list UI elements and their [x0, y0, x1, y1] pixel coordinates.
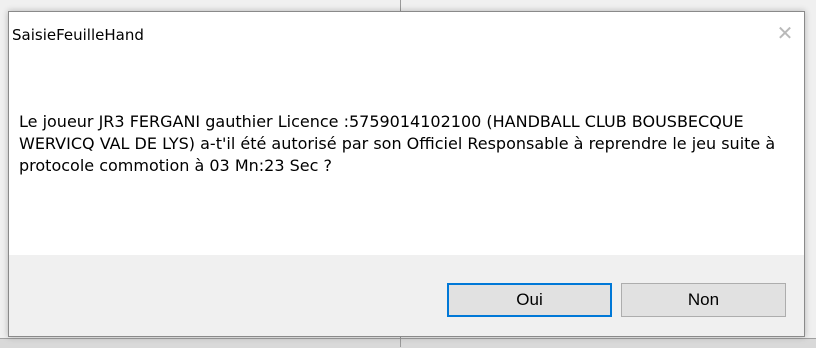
no-button[interactable]: Non — [621, 283, 786, 317]
background-divider — [400, 336, 401, 347]
dialog-title: SaisieFeuilleHand — [12, 26, 144, 44]
message-dialog: SaisieFeuilleHand ✕ Le joueur JR3 FERGAN… — [8, 11, 805, 337]
dialog-message: Le joueur JR3 FERGANI gauthier Licence :… — [19, 112, 776, 175]
dialog-titlebar[interactable]: SaisieFeuilleHand ✕ — [9, 12, 804, 52]
close-icon[interactable]: ✕ — [772, 20, 798, 46]
dialog-button-bar: Oui Non — [9, 255, 804, 336]
yes-button[interactable]: Oui — [447, 283, 612, 317]
